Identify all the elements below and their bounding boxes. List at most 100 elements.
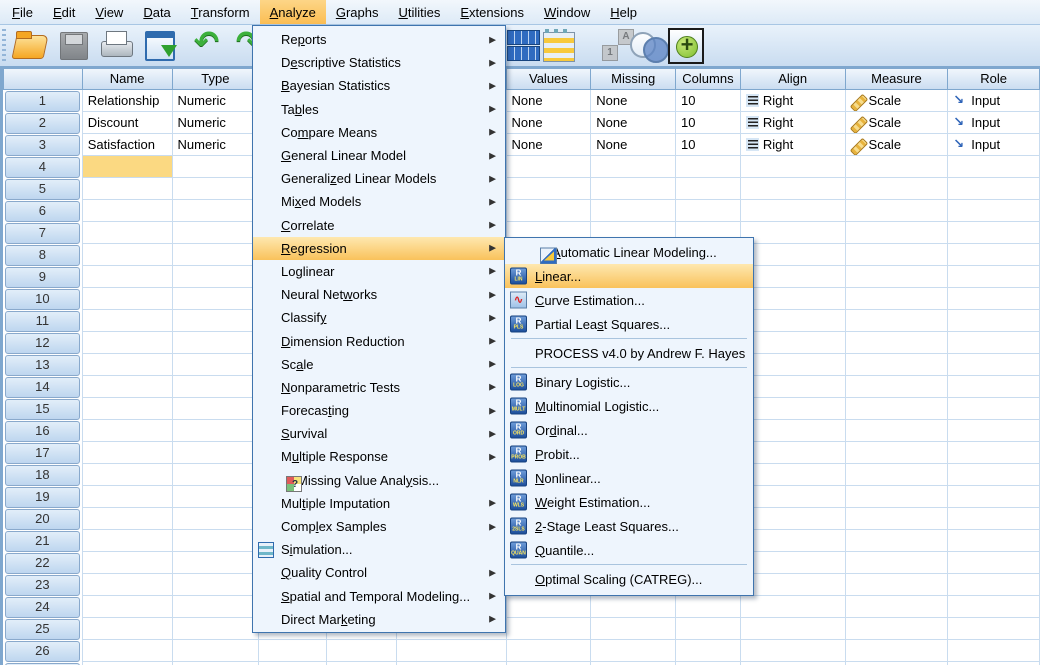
cell-missing[interactable]: None [591, 134, 676, 156]
cell-type[interactable]: Numeric [173, 134, 260, 156]
cell-type[interactable] [173, 332, 260, 354]
cell-values[interactable] [507, 596, 592, 618]
cell-name[interactable] [83, 508, 173, 530]
menu-item-binary-logistic[interactable]: RLOGBinary Logistic... [505, 370, 753, 394]
cell-type[interactable]: Numeric [173, 90, 260, 112]
cell-missing[interactable] [591, 178, 676, 200]
row-header-cell[interactable]: 3 [3, 134, 83, 156]
cell-measure[interactable] [846, 376, 949, 398]
cell-role[interactable] [948, 420, 1040, 442]
row-header-cell[interactable]: 8 [3, 244, 83, 266]
row-header-cell[interactable]: 10 [3, 288, 83, 310]
cell-name[interactable] [83, 266, 173, 288]
menu-item-optimal-scaling-catreg[interactable]: Optimal Scaling (CATREG)... [505, 567, 753, 591]
row-header-cell[interactable]: 13 [3, 354, 83, 376]
open-data-icon[interactable] [12, 29, 48, 63]
variables-icon[interactable] [541, 29, 577, 63]
cell-width[interactable] [259, 640, 327, 662]
cell-columns[interactable]: 10 [676, 90, 741, 112]
cell-role[interactable] [948, 508, 1040, 530]
cell-role[interactable] [948, 596, 1040, 618]
cell-columns[interactable] [676, 156, 741, 178]
cell-name[interactable] [83, 288, 173, 310]
cell-measure[interactable] [846, 178, 949, 200]
cell-align[interactable] [741, 596, 846, 618]
menu-item-multiple-response[interactable]: Multiple Response [253, 445, 505, 468]
cell-missing[interactable] [591, 618, 676, 640]
menu-item-descriptive-statistics[interactable]: Descriptive Statistics [253, 51, 505, 74]
cell-type[interactable] [173, 266, 260, 288]
cell-missing[interactable] [591, 156, 676, 178]
cell-align[interactable] [741, 530, 846, 552]
row-header-cell[interactable]: 2 [3, 112, 83, 134]
menubar-item-view[interactable]: View [85, 0, 133, 24]
menubar-item-help[interactable]: Help [600, 0, 647, 24]
cell-role[interactable] [948, 530, 1040, 552]
row-header-cell[interactable]: 6 [3, 200, 83, 222]
menu-item-ordinal[interactable]: RORDOrdinal... [505, 418, 753, 442]
cell-role[interactable] [948, 222, 1040, 244]
cell-role[interactable] [948, 266, 1040, 288]
cell-values[interactable] [507, 640, 592, 662]
row-header-cell[interactable]: 23 [3, 574, 83, 596]
cell-role[interactable] [948, 618, 1040, 640]
cell-name[interactable] [83, 156, 173, 178]
cell-type[interactable] [173, 486, 260, 508]
menu-item-direct-marketing[interactable]: Direct Marketing [253, 608, 505, 631]
cell-values[interactable]: None [507, 112, 592, 134]
cell-role[interactable] [948, 376, 1040, 398]
cell-name[interactable] [83, 464, 173, 486]
cell-align[interactable] [741, 178, 846, 200]
cell-align[interactable]: Right [741, 112, 846, 134]
menu-item-loglinear[interactable]: Loglinear [253, 260, 505, 283]
cell-role[interactable] [948, 178, 1040, 200]
cell-name[interactable] [83, 552, 173, 574]
use-sets-icon[interactable] [630, 29, 666, 63]
cell-role[interactable] [948, 398, 1040, 420]
menu-item-quality-control[interactable]: Quality Control [253, 561, 505, 584]
cell-name[interactable] [83, 486, 173, 508]
goto-case-icon[interactable] [506, 29, 542, 63]
menu-item-process-v4-0-by-andrew-f-hayes[interactable]: PROCESS v4.0 by Andrew F. Hayes [505, 341, 753, 365]
cell-measure[interactable] [846, 332, 949, 354]
cell-align[interactable] [741, 376, 846, 398]
cell-measure[interactable] [846, 244, 949, 266]
cell-align[interactable] [741, 332, 846, 354]
menu-item-simulation[interactable]: Simulation... [253, 538, 505, 561]
menubar-item-transform[interactable]: Transform [181, 0, 260, 24]
cell-missing[interactable] [591, 200, 676, 222]
cell-type[interactable] [173, 442, 260, 464]
cell-align[interactable] [741, 222, 846, 244]
cell-measure[interactable]: Scale [846, 134, 949, 156]
cell-name[interactable] [83, 574, 173, 596]
cell-align[interactable] [741, 420, 846, 442]
menu-item-mixed-models[interactable]: Mixed Models [253, 190, 505, 213]
cell-align[interactable] [741, 640, 846, 662]
row-header-cell[interactable]: 25 [3, 618, 83, 640]
cell-type[interactable] [173, 640, 260, 662]
cell-role[interactable] [948, 640, 1040, 662]
cell-name[interactable]: Relationship [83, 90, 173, 112]
cell-measure[interactable] [846, 596, 949, 618]
cell-align[interactable] [741, 200, 846, 222]
cell-measure[interactable] [846, 618, 949, 640]
cell-measure[interactable] [846, 266, 949, 288]
cell-decimals[interactable] [327, 640, 397, 662]
row-header-cell[interactable]: 17 [3, 442, 83, 464]
cell-align[interactable]: Right [741, 90, 846, 112]
cell-columns[interactable] [676, 178, 741, 200]
menu-item-classify[interactable]: Classify [253, 306, 505, 329]
menubar-item-edit[interactable]: Edit [43, 0, 85, 24]
menu-item-reports[interactable]: Reports [253, 28, 505, 51]
row-header-cell[interactable]: 16 [3, 420, 83, 442]
menu-item-automatic-linear-modeling[interactable]: Automatic Linear Modeling... [505, 240, 753, 264]
cell-name[interactable] [83, 618, 173, 640]
cell-role[interactable] [948, 574, 1040, 596]
cell-measure[interactable] [846, 442, 949, 464]
cell-values[interactable]: None [507, 134, 592, 156]
menu-item-complex-samples[interactable]: Complex Samples [253, 515, 505, 538]
cell-align[interactable] [741, 244, 846, 266]
row-header-cell[interactable]: 24 [3, 596, 83, 618]
cell-measure[interactable] [846, 398, 949, 420]
cell-measure[interactable]: Scale [846, 90, 949, 112]
